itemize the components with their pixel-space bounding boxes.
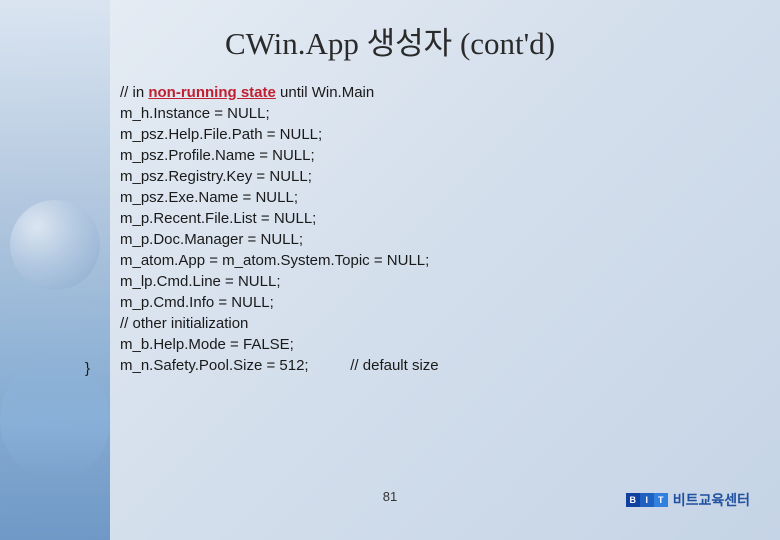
code-line: m_p.Cmd.Info = NULL;	[120, 292, 439, 313]
brand-logo: B I T	[626, 493, 668, 507]
brand-text: 비트교육센터	[673, 490, 750, 510]
code-line: m_atom.App = m_atom.System.Topic = NULL;	[120, 250, 439, 271]
code-line: // other initialization	[120, 313, 439, 334]
comment-highlight: non-running state	[148, 84, 276, 101]
code-line: m_n.Safety.Pool.Size = 512; // default s…	[120, 355, 439, 376]
brand-box-t: T	[654, 493, 668, 507]
code-line: m_h.Instance = NULL;	[120, 103, 439, 124]
code-comment-line: // in non-running state until Win.Main	[120, 82, 439, 103]
slide-title: CWin.App 생성자 (cont'd)	[225, 18, 555, 63]
page-number: 81	[383, 489, 397, 504]
left-decoration	[0, 0, 110, 540]
code-line: m_p.Recent.File.List = NULL;	[120, 208, 439, 229]
brand-box-i: I	[640, 493, 654, 507]
comment-suffix: until Win.Main	[276, 84, 374, 101]
code-line: m_p.Doc.Manager = NULL;	[120, 229, 439, 250]
comment-prefix: // in	[120, 84, 148, 101]
code-line: m_psz.Exe.Name = NULL;	[120, 187, 439, 208]
code-line: m_lp.Cmd.Line = NULL;	[120, 271, 439, 292]
code-line: m_psz.Help.File.Path = NULL;	[120, 124, 439, 145]
brand-box-b: B	[626, 493, 640, 507]
footer-brand: B I T 비트교육센터	[626, 490, 750, 510]
code-line: m_b.Help.Mode = FALSE;	[120, 334, 439, 355]
closing-brace: }	[85, 360, 90, 377]
sphere-decoration	[10, 200, 100, 290]
code-line: m_psz.Profile.Name = NULL;	[120, 145, 439, 166]
wave-decoration	[0, 360, 110, 480]
code-block: // in non-running state until Win.Main m…	[120, 82, 439, 376]
code-line: m_psz.Registry.Key = NULL;	[120, 166, 439, 187]
